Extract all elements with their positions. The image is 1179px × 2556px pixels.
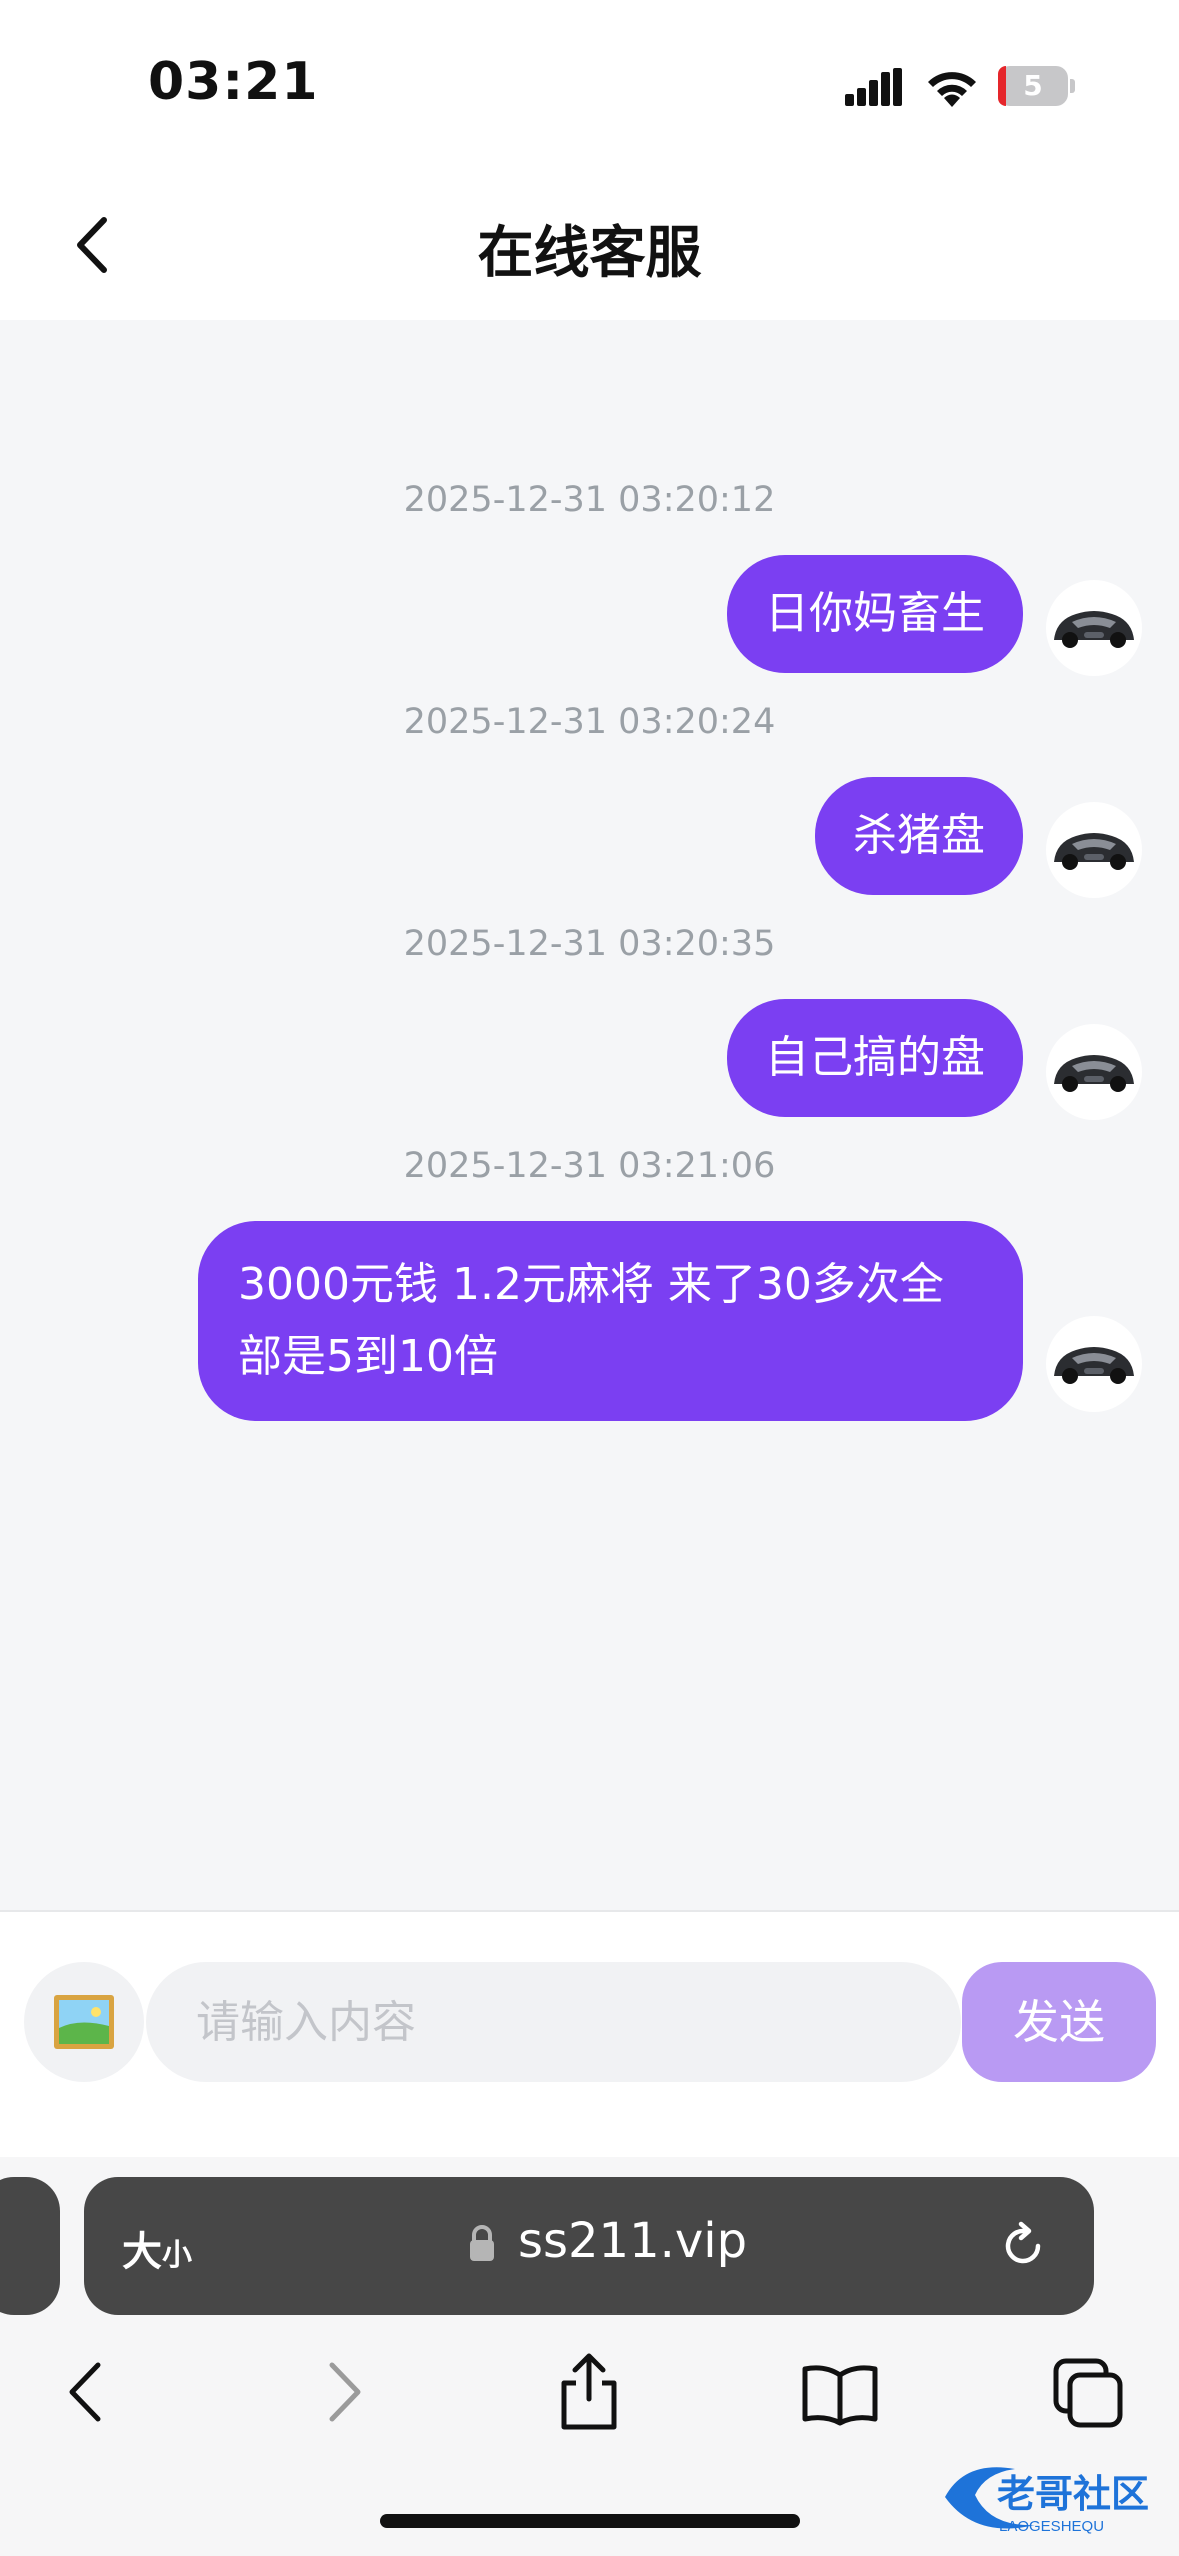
avatar[interactable] [1046, 580, 1142, 676]
signal-icon [845, 68, 902, 106]
text-size-button[interactable]: 大小 [122, 2219, 192, 2277]
status-bar: 03:21 5 [0, 0, 1179, 170]
text-size-small-label: 小 [162, 2238, 192, 2273]
battery-icon: 5 [998, 66, 1076, 106]
address-bar[interactable]: 大小 ss211.vip [84, 2177, 1094, 2315]
reload-icon[interactable] [996, 2219, 1050, 2273]
message-bubble[interactable]: 杀猪盘 [815, 777, 1023, 895]
watermark-text: 老哥社区 [997, 2474, 1149, 2516]
back-icon[interactable] [42, 2347, 132, 2437]
url-text: ss211.vip [518, 2213, 748, 2269]
image-upload-button[interactable] [24, 1962, 144, 2082]
battery-level: 5 [1023, 69, 1043, 102]
message-input[interactable] [146, 1962, 961, 2082]
page-title: 在线客服 [477, 221, 702, 286]
message-timestamp: 2025-12-31 03:20:12 [403, 480, 776, 520]
car-icon [1054, 611, 1134, 648]
car-icon [1054, 1055, 1134, 1092]
watermark-logo: 老哥社区 LAOGESHEQU [945, 2467, 1149, 2535]
home-indicator[interactable] [380, 2514, 800, 2528]
status-time: 03:21 [148, 52, 319, 112]
avatar[interactable] [1046, 1316, 1142, 1412]
wifi-icon [928, 72, 976, 107]
message-bubble[interactable]: 3000元钱 1.2元麻将 来了30多次全部是5到10倍 [198, 1221, 1023, 1421]
previous-tab-preview[interactable] [0, 2177, 60, 2315]
tabs-icon[interactable] [1044, 2347, 1134, 2437]
image-icon [54, 1995, 114, 2049]
car-icon [1054, 1347, 1134, 1384]
message-composer: 发送 [0, 1910, 1179, 2157]
back-button[interactable] [60, 210, 130, 280]
car-icon [1054, 833, 1134, 870]
message-bubble[interactable]: 自己搞的盘 [727, 999, 1023, 1117]
message-bubble[interactable]: 日你妈畜生 [727, 555, 1023, 673]
lock-icon [470, 2225, 494, 2261]
share-icon[interactable] [544, 2347, 634, 2437]
nav-header: 在线客服 [0, 170, 1179, 320]
message-timestamp: 2025-12-31 03:20:24 [403, 702, 776, 742]
bookmarks-icon[interactable] [795, 2347, 885, 2437]
watermark-subtext: LAOGESHEQU [999, 2518, 1104, 2535]
message-timestamp: 2025-12-31 03:21:06 [403, 1146, 776, 1186]
forward-icon[interactable] [298, 2347, 388, 2437]
message-timestamp: 2025-12-31 03:20:35 [403, 924, 776, 964]
send-button[interactable]: 发送 [962, 1962, 1156, 2082]
avatar[interactable] [1046, 802, 1142, 898]
text-size-big-label: 大 [122, 2229, 162, 2275]
avatar[interactable] [1046, 1024, 1142, 1120]
